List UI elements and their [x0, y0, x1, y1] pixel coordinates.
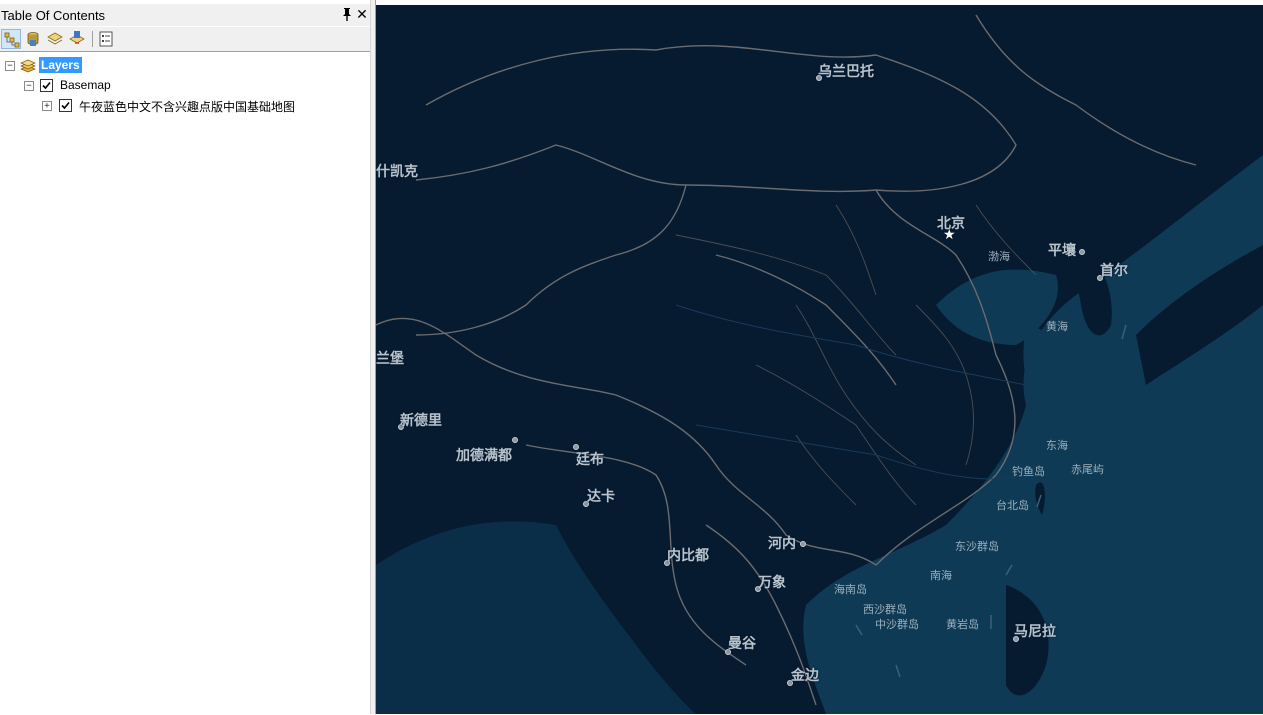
label-yellow-sea: 黄海 [1046, 320, 1068, 333]
label-kathmandu: 加德满都 [456, 448, 512, 464]
label-diaoyu: 钓鱼岛 [1012, 465, 1045, 478]
label-hainan: 海南岛 [834, 583, 867, 596]
label-zhongsha: 中沙群岛 [875, 618, 919, 631]
label-tashkent: 什凯克 [376, 164, 418, 180]
label-chiwei: 赤尾屿 [1071, 463, 1104, 476]
label-hanoi: 河内 [768, 536, 796, 552]
label-vientiane: 万象 [758, 575, 786, 591]
layer-checkbox[interactable] [59, 99, 72, 112]
basemap-checkbox[interactable] [40, 79, 53, 92]
label-pyongyang: 平壤 [1048, 243, 1076, 259]
collapse-icon[interactable]: − [5, 61, 15, 71]
label-ulaanbaatar: 乌兰巴托 [818, 64, 874, 80]
label-taipei: 台北岛 [996, 499, 1029, 512]
toolbar-separator [92, 31, 93, 47]
collapse-icon[interactable]: − [24, 81, 34, 91]
label-new-delhi: 新德里 [400, 413, 442, 429]
basemap-label[interactable]: Basemap [60, 78, 111, 92]
toc-title-bar: Table Of Contents ✕ [0, 4, 370, 26]
label-thimphu: 廷布 [576, 452, 604, 468]
bay-of-bengal-area [376, 521, 696, 714]
hanoi-dot [800, 541, 806, 547]
label-manila: 马尼拉 [1014, 624, 1056, 640]
layers-icon [20, 58, 36, 78]
layer-label[interactable]: 午夜蓝色中文不含兴趣点版中国基础地图 [79, 98, 295, 115]
list-by-drawing-order-icon[interactable] [1, 29, 21, 49]
pyongyang-dot [1079, 249, 1085, 255]
label-bangkok: 曼谷 [728, 636, 756, 652]
layers-label[interactable]: Layers [39, 57, 82, 73]
label-xisha: 西沙群岛 [863, 603, 907, 616]
list-by-source-icon[interactable] [23, 29, 43, 49]
list-by-selection-icon[interactable] [67, 29, 87, 49]
label-east-sea: 东海 [1046, 439, 1068, 452]
pin-icon[interactable] [340, 7, 354, 23]
options-icon[interactable] [96, 29, 116, 49]
kathmandu-dot [512, 437, 518, 443]
label-huangyan: 黄岩岛 [946, 618, 979, 631]
tree-node-basemap[interactable]: − Basemap [0, 77, 370, 95]
tree-node-layers[interactable]: − Layers [0, 57, 370, 75]
label-seoul: 首尔 [1100, 263, 1128, 279]
toc-title: Table Of Contents [1, 8, 106, 23]
label-dongsha: 东沙群岛 [955, 540, 999, 553]
list-by-visibility-icon[interactable] [45, 29, 65, 49]
close-icon[interactable]: ✕ [355, 7, 369, 23]
tree-node-basemap-layer[interactable]: + 午夜蓝色中文不含兴趣点版中国基础地图 [0, 97, 370, 115]
label-phnom-penh: 金边 [791, 668, 819, 684]
label-beijing: 北京 [937, 216, 965, 232]
basemap-graphics [376, 14, 1263, 714]
expand-icon[interactable]: + [42, 101, 52, 111]
label-bohai: 渤海 [988, 250, 1010, 263]
map-view[interactable]: ★ 乌兰巴托 什凯克 北京 渤海 平壤 首尔 黄海 兰堡 新德里 加德满都 廷布… [376, 5, 1263, 714]
toc-toolbar [0, 27, 370, 51]
label-south-sea: 南海 [930, 569, 952, 582]
label-lanbao: 兰堡 [376, 351, 404, 367]
toc-tree: − Layers − Basemap + 午夜蓝色中文不含兴趣点版中国基础地图 [0, 51, 370, 715]
label-dhaka: 达卡 [587, 489, 615, 505]
label-naypyidaw: 内比都 [667, 548, 709, 564]
table-of-contents-panel: Table Of Contents ✕ − Layers − Basemap +… [0, 0, 370, 715]
province-boundaries [675, 204, 1037, 506]
